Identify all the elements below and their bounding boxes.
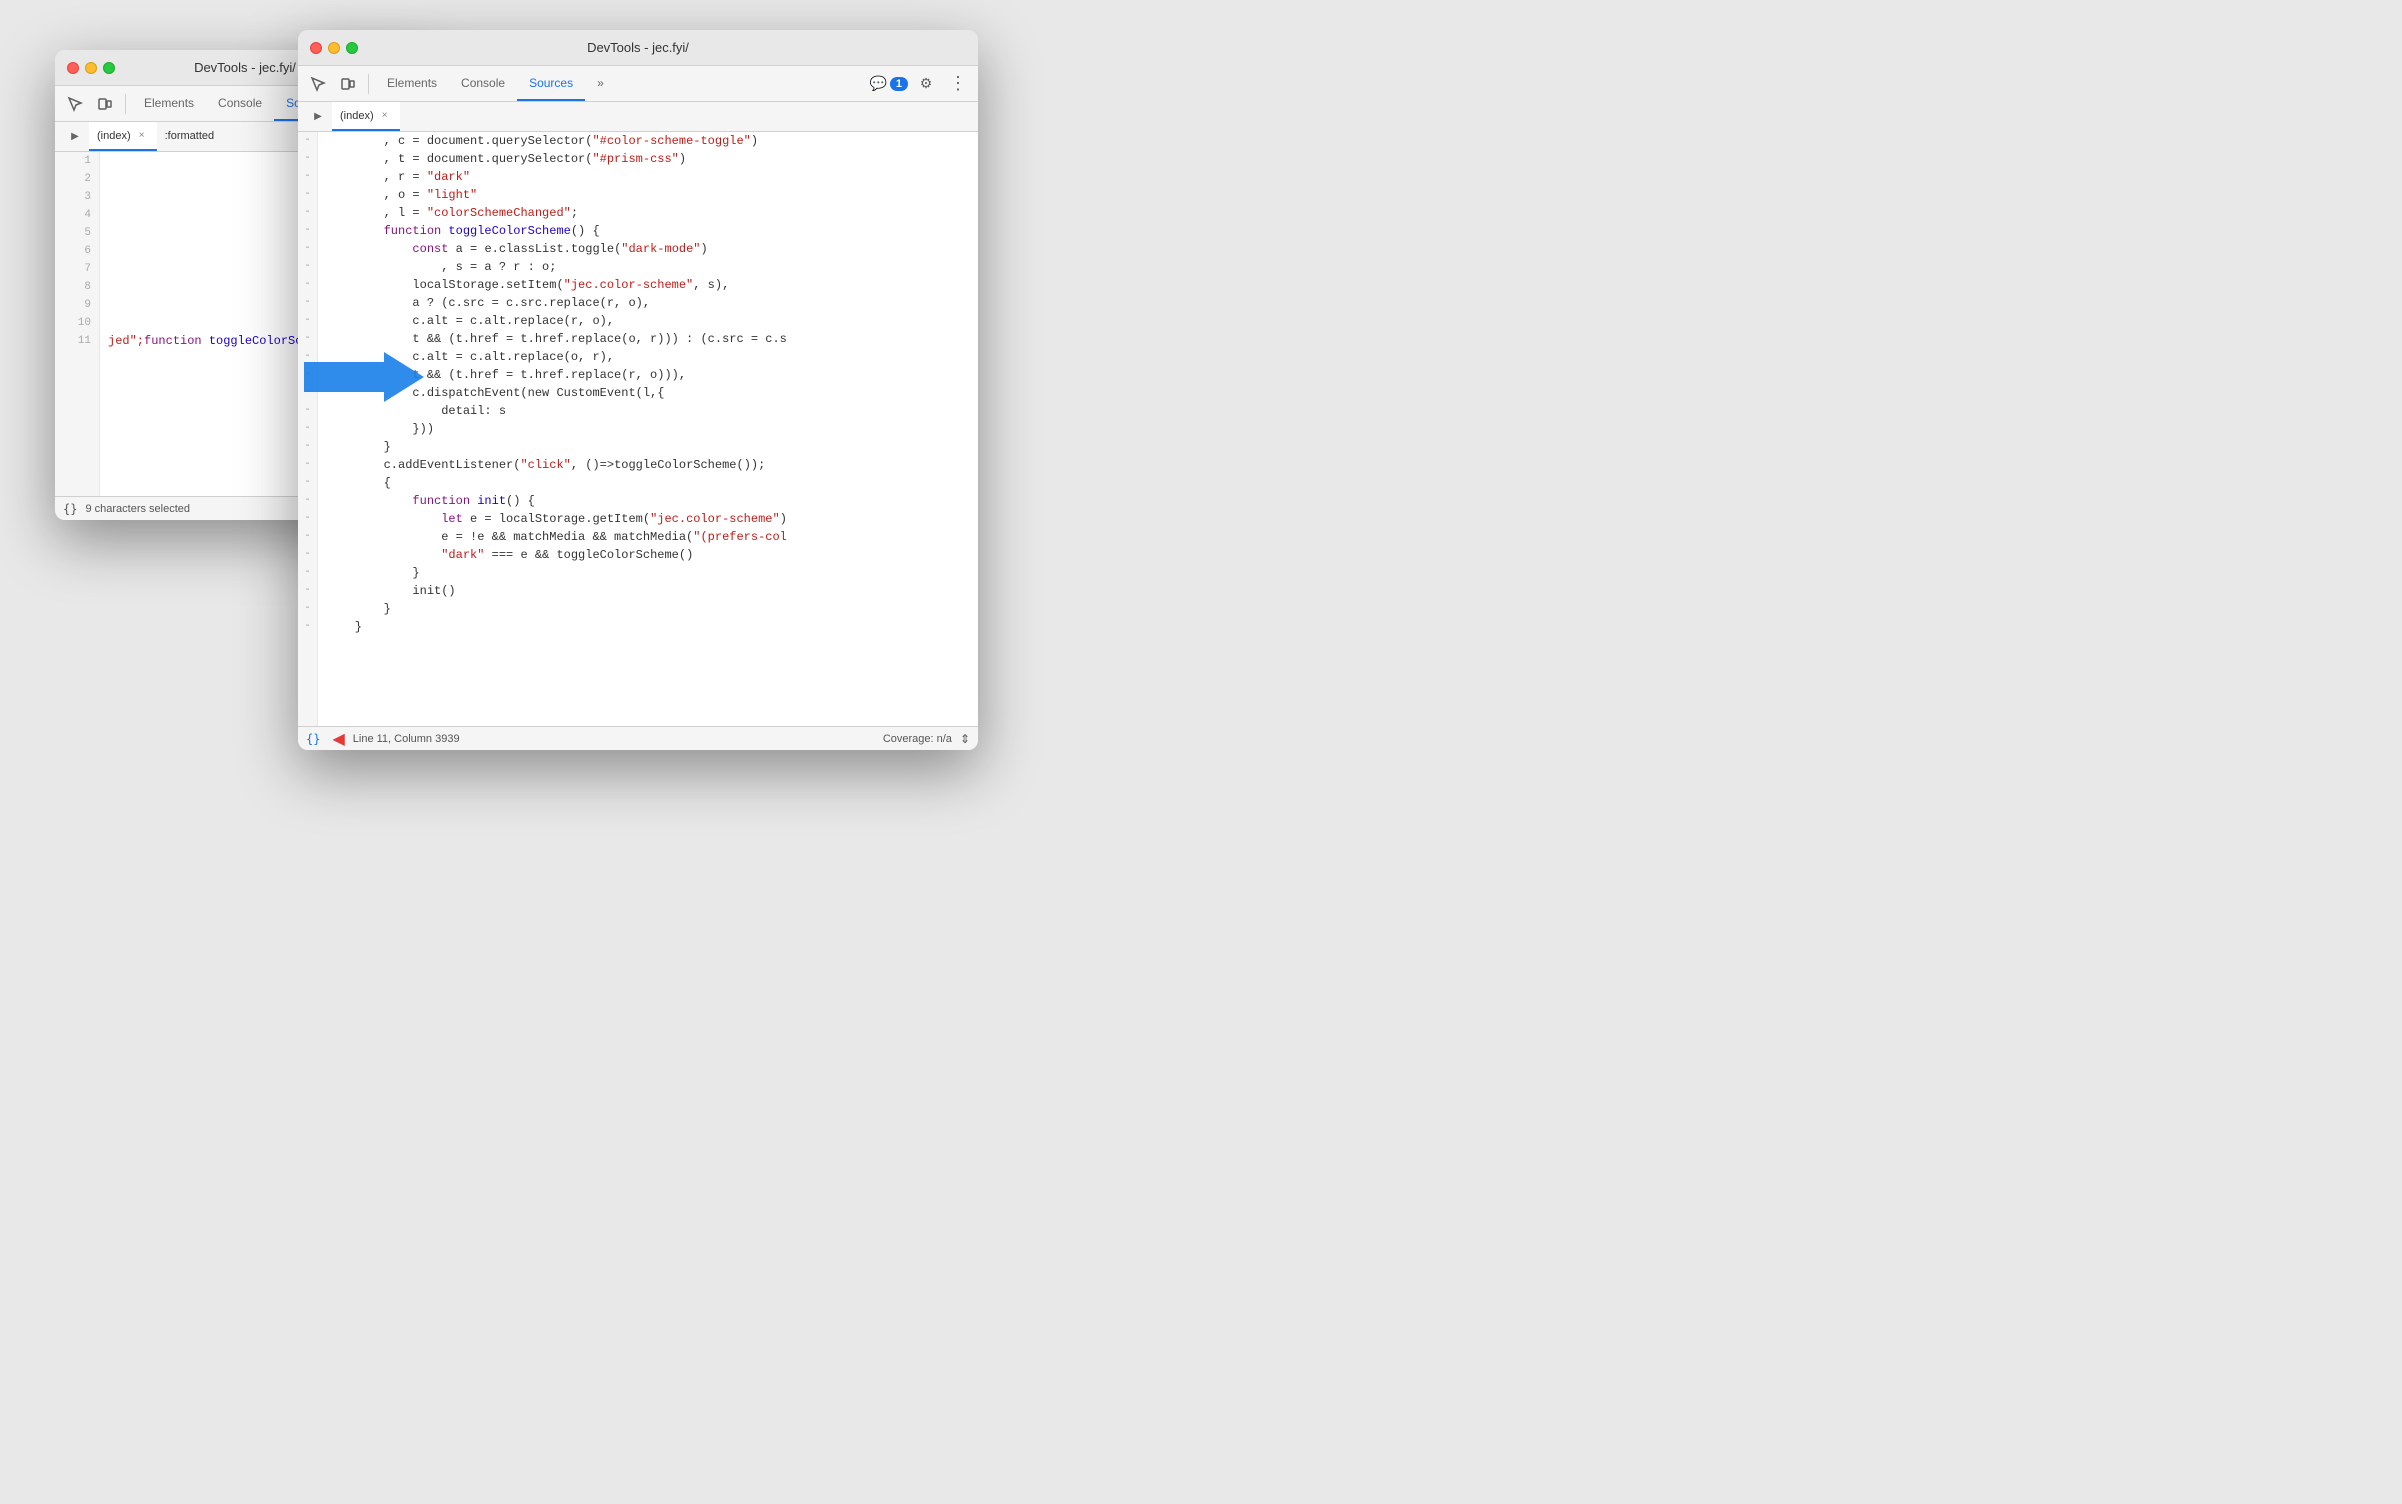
play-icon-1[interactable]: ▶ <box>61 123 89 151</box>
source-tab-close-2[interactable]: × <box>378 109 392 123</box>
device-icon-2[interactable] <box>334 70 362 98</box>
toolbar-divider-1 <box>125 94 126 114</box>
code-line-s: , s = a ? r : o; <box>326 258 970 276</box>
line-num-4: 4 <box>63 206 91 224</box>
traffic-lights-1 <box>67 62 115 74</box>
line-num-9: 9 <box>63 296 91 314</box>
tab-console-1[interactable]: Console <box>206 86 274 121</box>
tab-elements-1[interactable]: Elements <box>132 86 206 121</box>
status-right-2: Coverage: n/a ⇕ <box>883 732 970 746</box>
code-line-init-call: init() <box>326 582 970 600</box>
code-line-close-outer: } <box>326 618 970 636</box>
coverage-status-2: Coverage: n/a <box>883 733 952 745</box>
selection-status-1: 9 characters selected <box>85 503 190 515</box>
code-line-const-a: const a = e.classList.toggle("dark-mode"… <box>326 240 970 258</box>
code-line-open-brace: { <box>326 474 970 492</box>
traffic-lights-2 <box>310 42 358 54</box>
position-status-2: Line 11, Column 3939 <box>353 733 460 745</box>
close-button-2[interactable] <box>310 42 322 54</box>
code-content-2[interactable]: , c = document.querySelector("#color-sch… <box>318 132 978 726</box>
line-numbers-1: 1 2 3 4 5 6 7 8 9 10 11 <box>55 152 100 496</box>
chat-badge-2: 1 <box>890 77 908 91</box>
code-line-close-event: })) <box>326 420 970 438</box>
code-line-dark-eq: "dark" === e && toggleColorScheme() <box>326 546 970 564</box>
code-line-close-init: } <box>326 564 970 582</box>
line-num-8: 8 <box>63 278 91 296</box>
format-icon-2[interactable]: {} <box>306 732 320 746</box>
device-icon-1[interactable] <box>91 90 119 118</box>
code-line-match-media: e = !e && matchMedia && matchMedia("(pre… <box>326 528 970 546</box>
line-num-10: 10 <box>63 314 91 332</box>
source-tab-formatted-1[interactable]: :formatted <box>157 122 223 151</box>
tab-elements-2[interactable]: Elements <box>375 66 449 101</box>
chat-button-2[interactable]: 💬 1 <box>869 75 908 92</box>
line-num-7: 7 <box>63 260 91 278</box>
code-line-c: , c = document.querySelector("#color-sch… <box>326 132 970 150</box>
line-num-6: 6 <box>63 242 91 260</box>
title-bar-2: DevTools - jec.fyi/ <box>298 30 978 66</box>
source-tab-close-1[interactable]: × <box>135 129 149 143</box>
tab-console-2[interactable]: Console <box>449 66 517 101</box>
sources-tabs-2: ▶ (index) × <box>298 102 978 132</box>
tab-sources-2[interactable]: Sources <box>517 66 585 101</box>
red-arrow-icon: ◀ <box>332 729 344 749</box>
close-button-1[interactable] <box>67 62 79 74</box>
source-tab-index-2[interactable]: (index) × <box>332 102 400 131</box>
line-num-2: 2 <box>63 170 91 188</box>
dash-column-2: - - - - - - - - - - - - - - - - - - - - … <box>298 132 318 726</box>
code-line-fn: function toggleColorScheme() { <box>326 222 970 240</box>
code-line-t-href: t && (t.href = t.href.replace(o, r))) : … <box>326 330 970 348</box>
inspect-icon-2[interactable] <box>304 70 332 98</box>
line-num-5: 5 <box>63 224 91 242</box>
code-line-c-alt1: c.alt = c.alt.replace(r, o), <box>326 312 970 330</box>
source-tab-index-1[interactable]: (index) × <box>89 122 157 151</box>
toolbar-divider-2 <box>368 74 369 94</box>
format-icon-1[interactable]: {} <box>63 502 77 516</box>
code-line-close-fn: } <box>326 438 970 456</box>
code-line-r: , r = "dark" <box>326 168 970 186</box>
window-title-1: DevTools - jec.fyi/ <box>194 60 296 75</box>
minimize-button-1[interactable] <box>85 62 97 74</box>
line-num-11: 11 <box>63 332 91 350</box>
play-icon-2[interactable]: ▶ <box>304 103 332 131</box>
status-left-2: {} ◀ Line 11, Column 3939 <box>306 729 460 749</box>
blue-arrow <box>304 347 424 412</box>
code-line-let-e: let e = localStorage.getItem("jec.color-… <box>326 510 970 528</box>
code-area-2: - - - - - - - - - - - - - - - - - - - - … <box>298 132 978 726</box>
window-title-2: DevTools - jec.fyi/ <box>587 40 689 55</box>
code-line-close-block: } <box>326 600 970 618</box>
maximize-button-2[interactable] <box>346 42 358 54</box>
toolbar-2: Elements Console Sources » 💬 1 ⚙ ⋮ <box>298 66 978 102</box>
inspect-icon-1[interactable] <box>61 90 89 118</box>
code-line-addevent: c.addEventListener("click", ()=>toggleCo… <box>326 456 970 474</box>
scroll-icon-2[interactable]: ⇕ <box>960 732 970 746</box>
code-line-storage: localStorage.setItem("jec.color-scheme",… <box>326 276 970 294</box>
status-bar-2: {} ◀ Line 11, Column 3939 Coverage: n/a … <box>298 726 978 750</box>
code-line-init-fn: function init() { <box>326 492 970 510</box>
minimize-button-2[interactable] <box>328 42 340 54</box>
tab-more-2[interactable]: » <box>585 66 616 101</box>
chat-icon-2: 💬 <box>869 75 886 92</box>
status-left-1: {} 9 characters selected <box>63 502 190 516</box>
line-num-1: 1 <box>63 152 91 170</box>
settings-icon-2[interactable]: ⚙ <box>912 70 940 98</box>
maximize-button-1[interactable] <box>103 62 115 74</box>
code-line-o: , o = "light" <box>326 186 970 204</box>
more-icon-2[interactable]: ⋮ <box>944 70 972 98</box>
line-num-3: 3 <box>63 188 91 206</box>
code-line-a-src: a ? (c.src = c.src.replace(r, o), <box>326 294 970 312</box>
toolbar-right-2: 💬 1 ⚙ ⋮ <box>869 70 972 98</box>
code-line-l: , l = "colorSchemeChanged"; <box>326 204 970 222</box>
code-line-t: , t = document.querySelector("#prism-css… <box>326 150 970 168</box>
tab-bar-2: Elements Console Sources » <box>375 66 867 101</box>
